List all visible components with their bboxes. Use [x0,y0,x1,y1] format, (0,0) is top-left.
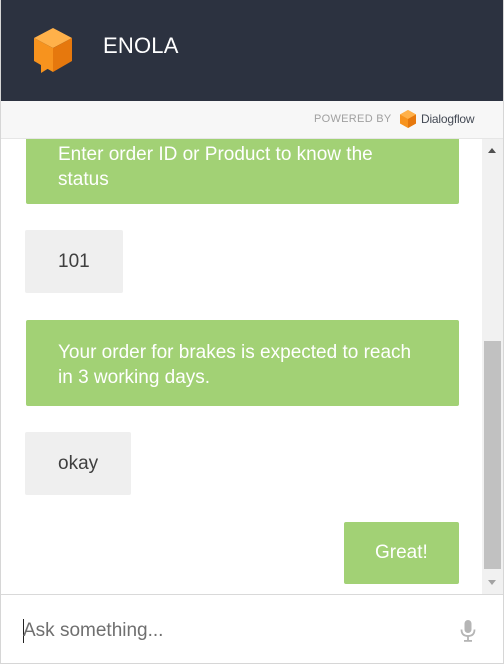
user-message: okay [25,432,131,495]
user-message: 101 [25,230,123,293]
bot-message: Your order for brakes is expected to rea… [26,320,459,406]
dialogflow-brand: Dialogflow [421,112,475,126]
chat-header: ENOLA [1,0,503,101]
chat-widget: ENOLA POWERED BY Dialogflow Enter order … [0,0,504,664]
scrollbar-thumb[interactable] [484,341,501,569]
ask-input[interactable] [23,616,443,646]
scroll-down-icon[interactable] [488,580,496,585]
bot-message: Great! [344,522,459,584]
dialogflow-logo-icon [400,110,416,128]
message-list[interactable]: Enter order ID or Product to know the st… [1,139,482,594]
agent-name: ENOLA [103,33,179,58]
microphone-icon[interactable] [460,620,476,642]
powered-by-label: POWERED BY [314,113,392,125]
message-input-bar [1,594,503,663]
scroll-up-icon[interactable] [488,148,496,153]
powered-by-bar: POWERED BY Dialogflow [1,101,503,139]
agent-logo-icon [34,28,72,73]
bot-message: Enter order ID or Product to know the st… [26,139,459,204]
chat-scrollbar[interactable] [482,139,503,594]
